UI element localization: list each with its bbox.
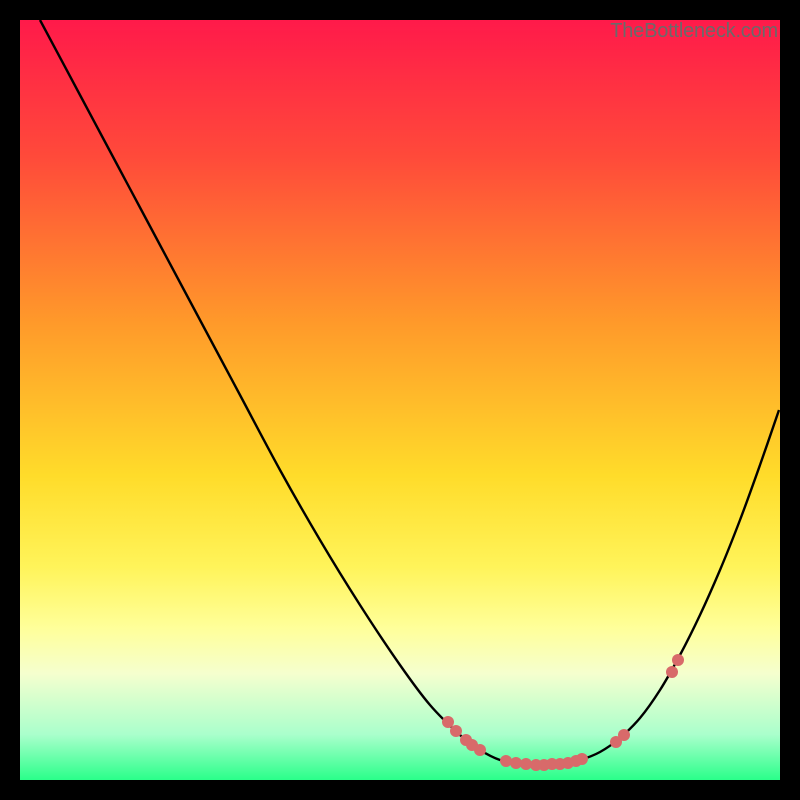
data-marker <box>500 755 512 767</box>
chart-frame: TheBottleneck.com <box>20 20 780 780</box>
watermark-label: TheBottleneck.com <box>610 20 778 43</box>
data-marker <box>672 654 684 666</box>
data-marker <box>576 753 588 765</box>
data-marker <box>618 729 630 741</box>
chart-svg <box>20 20 780 780</box>
data-marker <box>474 744 486 756</box>
data-marker <box>666 666 678 678</box>
data-marker <box>442 716 454 728</box>
data-marker <box>450 725 462 737</box>
